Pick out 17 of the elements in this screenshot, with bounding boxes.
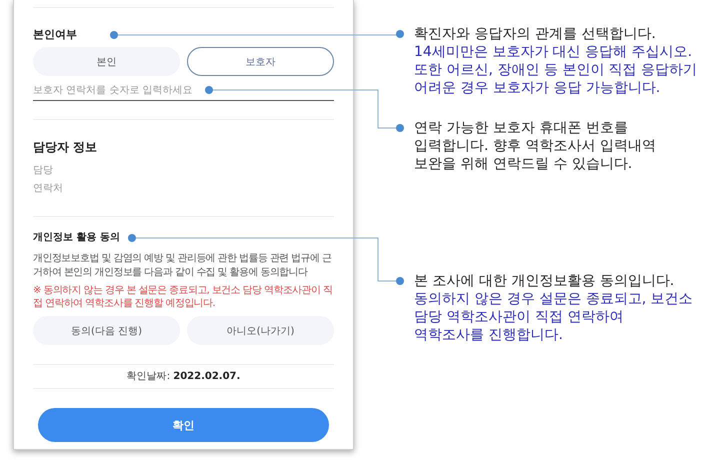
section-title: 담당자 정보 [33, 140, 98, 154]
field-label: 연락처 [33, 183, 63, 194]
consent-warning: ※ 동의하지 않는 경우 본 설문은 종료되고, 보건소 담당 역학조사관이 직접 연락하여 역학조사를 진행할 예정입니다. [33, 284, 334, 310]
option-button[interactable]: 동의(다음 진행) [33, 316, 180, 345]
confirm-date: 확인날짜: 2022.02.07. [126, 371, 240, 382]
confirm-button[interactable]: 확인 [38, 408, 329, 442]
option-button[interactable]: 본인 [33, 47, 180, 76]
field-label: 담당 [33, 165, 53, 176]
annotation-text: 연락 가능한 보호자 휴대폰 번호를 입력합니다. 향후 역학조사서 입력내역 보완을 위해 연락드릴 수 있습니다. [414, 119, 657, 173]
option-button[interactable]: 아니오(나가기) [187, 316, 334, 345]
consent-description: 개인정보보호법 및 감염의 예방 및 관리등에 관한 법률등 관련 법규에 근거하여 본인의 개인정보를 다음과 같이 수집 및 활용에 동의합니다 [33, 252, 332, 280]
annotation-text: 본 조사에 대한 개인정보활용 동의입니다. 동의하지 않은 경우 설문은 종료되고, 보건소 담당 역학조사관이 직접 연락하여 역학조사를 진행합니다. [414, 272, 694, 344]
section-title: 본인여부 [33, 28, 77, 42]
section-title: 개인정보 활용 동의 [33, 231, 120, 245]
phone-input-field[interactable]: 보호자 연락처를 숫자로 입력하세요 [33, 81, 334, 101]
annotation-text: 확진자와 응답자의 관계를 선택합니다. 14세미만은 보호자가 대신 응답해 주십시오. 또한 어르신, 장애인 등 본인이 직접 응답하기 어려운 경우 보호자가 응답 가능합니다. [414, 25, 698, 97]
option-button[interactable]: 보호자 [187, 47, 334, 76]
